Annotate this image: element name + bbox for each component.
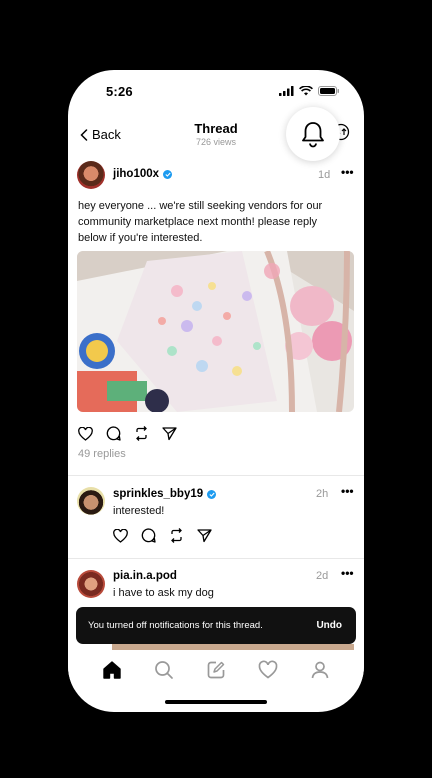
avatar[interactable] [77, 570, 105, 598]
reply-actions [113, 528, 212, 543]
signal-icon [279, 86, 294, 96]
reply-author[interactable]: pia.in.a.pod [113, 570, 177, 582]
replies-count[interactable]: 49 replies [78, 448, 126, 460]
reply-more-button[interactable]: ••• [341, 484, 354, 498]
reply-time: 2h [316, 488, 329, 500]
tab-bar [68, 650, 364, 690]
battery-icon [318, 86, 339, 96]
verified-badge-icon [163, 169, 173, 179]
compose-icon[interactable] [206, 660, 226, 680]
reply-text: interested! [113, 505, 165, 517]
undo-button[interactable]: Undo [316, 620, 342, 631]
repost-icon[interactable] [134, 426, 149, 441]
bell-icon [302, 122, 324, 148]
divider [68, 558, 364, 559]
status-time: 5:26 [106, 84, 133, 99]
reply-more-button[interactable]: ••• [341, 566, 354, 580]
home-indicator [165, 700, 267, 704]
reply-username: pia.in.a.pod [113, 570, 177, 582]
verified-badge-icon [207, 489, 217, 499]
avatar[interactable] [77, 161, 105, 189]
avatar[interactable] [77, 487, 105, 515]
home-icon[interactable] [102, 660, 122, 680]
post-actions [78, 426, 177, 441]
post-text: hey everyone ... we're still seeking ven… [78, 200, 323, 244]
reply-username: sprinkles_bby19 [113, 488, 204, 500]
sticker-table-photo [77, 251, 354, 412]
reply-text: i have to ask my dog [113, 587, 214, 599]
wifi-icon [299, 86, 313, 96]
notification-toast: You turned off notifications for this th… [76, 607, 356, 644]
reply-icon[interactable] [106, 426, 121, 441]
post-username: jiho100x [113, 168, 160, 180]
profile-icon[interactable] [310, 660, 330, 680]
status-icons [279, 86, 340, 96]
reply-time: 2d [316, 570, 329, 582]
toast-message: You turned off notifications for this th… [88, 620, 263, 631]
post-more-button[interactable]: ••• [341, 165, 354, 179]
phone-screen: 5:26 Back Thread 726 views jiho100x 1d •… [68, 70, 364, 712]
post-author[interactable]: jiho100x [113, 168, 173, 180]
share-icon[interactable] [197, 528, 212, 543]
share-icon[interactable] [162, 426, 177, 441]
post-image[interactable] [77, 251, 354, 412]
heart-icon[interactable] [258, 660, 278, 680]
notification-bell-button[interactable] [286, 107, 340, 161]
heart-icon[interactable] [113, 528, 128, 543]
search-icon[interactable] [154, 660, 174, 680]
divider [68, 475, 364, 476]
heart-icon[interactable] [78, 426, 93, 441]
post-time: 1d [318, 169, 331, 181]
repost-icon[interactable] [169, 528, 184, 543]
reply-icon[interactable] [141, 528, 156, 543]
reply-author[interactable]: sprinkles_bby19 [113, 488, 217, 500]
